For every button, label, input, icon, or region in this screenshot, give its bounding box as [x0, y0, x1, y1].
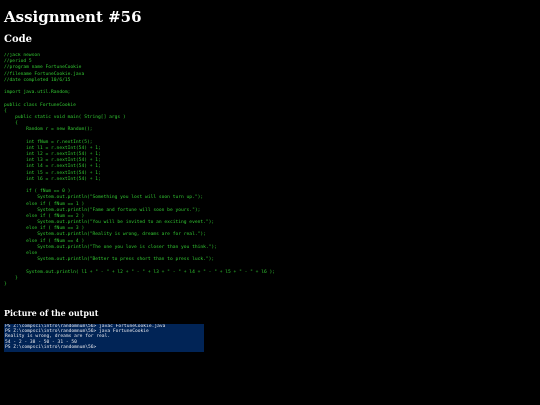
console-output-screenshot: PS Z:\compsci\intro\randomnum\56> javac … — [4, 324, 204, 352]
code-line: } — [4, 281, 7, 287]
page-title: Assignment #56 — [4, 8, 142, 26]
console-line: PS Z:\compsci\intro\randomnum\56> — [5, 344, 97, 350]
output-heading: Picture of the output — [4, 308, 99, 318]
code-heading: Code — [4, 34, 32, 45]
code-listing: //jack newson//period 5//program name Fo… — [4, 53, 536, 288]
